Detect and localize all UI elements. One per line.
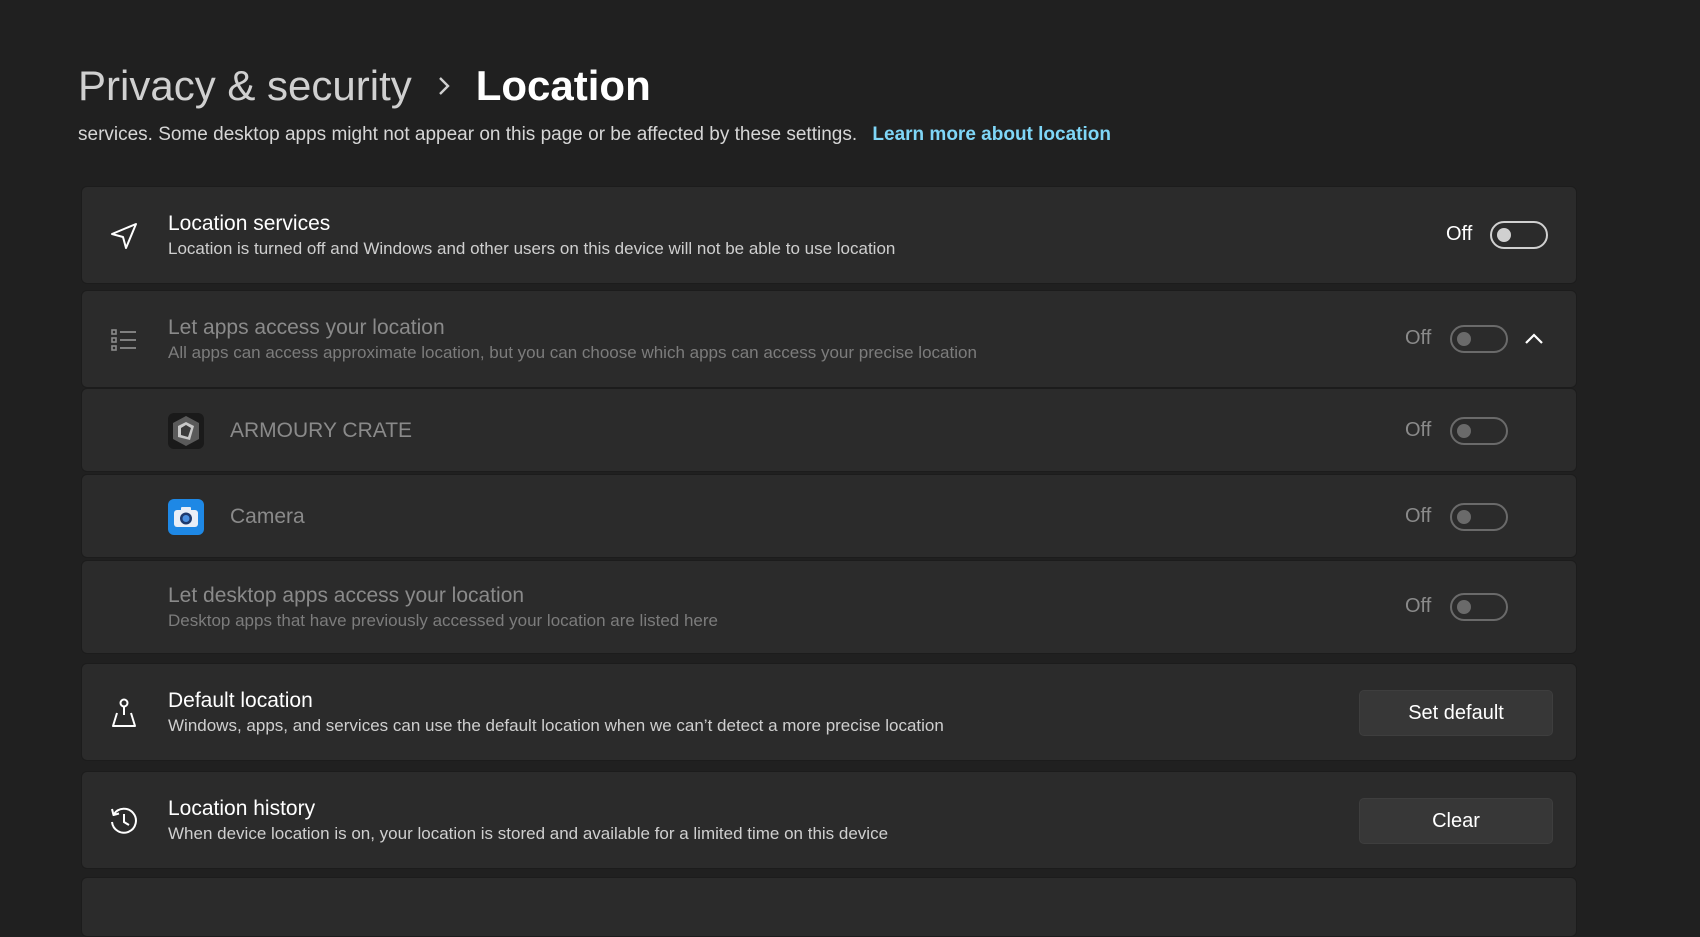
- breadcrumb-parent[interactable]: Privacy & security: [78, 60, 412, 112]
- armoury-crate-toggle[interactable]: [1450, 417, 1508, 445]
- chevron-right-icon: [412, 75, 476, 97]
- let-apps-title: Let apps access your location: [168, 316, 445, 339]
- breadcrumb: Privacy & security Location: [78, 60, 651, 112]
- location-services-card: Location services Location is turned off…: [81, 186, 1577, 284]
- location-services-state: Off: [1446, 223, 1473, 245]
- desktop-apps-subtitle: Desktop apps that have previously access…: [168, 611, 718, 630]
- learn-more-link[interactable]: Learn more about location: [872, 124, 1111, 145]
- location-history-title: Location history: [168, 797, 316, 820]
- location-services-toggle[interactable]: [1490, 221, 1548, 249]
- list-icon: [106, 322, 142, 358]
- page-description: services. Some desktop apps might not ap…: [78, 124, 1111, 150]
- next-card-partial: [81, 877, 1577, 937]
- let-apps-subtitle: All apps can access approximate location…: [168, 343, 977, 362]
- location-services-title: Location services: [168, 212, 331, 235]
- location-history-card: Location history When device location is…: [81, 771, 1577, 869]
- armoury-crate-icon: [168, 413, 204, 449]
- desktop-apps-toggle[interactable]: [1450, 593, 1508, 621]
- let-apps-card: Let apps access your location All apps c…: [81, 290, 1577, 388]
- default-location-subtitle: Windows, apps, and services can use the …: [168, 716, 944, 735]
- chevron-up-icon[interactable]: [1522, 329, 1546, 349]
- app-name-camera: Camera: [230, 505, 305, 528]
- description-text: services. Some desktop apps might not ap…: [78, 124, 858, 145]
- map-pin-person-icon: [106, 695, 142, 731]
- app-row-camera: Camera Off: [81, 474, 1577, 558]
- default-location-title: Default location: [168, 689, 313, 712]
- location-history-subtitle: When device location is on, your locatio…: [168, 824, 889, 843]
- desktop-apps-state: Off: [1405, 595, 1432, 617]
- clear-history-button[interactable]: Clear: [1359, 798, 1553, 844]
- desktop-apps-title: Let desktop apps access your location: [168, 584, 525, 607]
- app-row-armoury-crate: ARMOURY CRATE Off: [81, 388, 1577, 472]
- location-services-subtitle: Location is turned off and Windows and o…: [168, 239, 896, 258]
- camera-icon: [168, 499, 204, 535]
- desktop-apps-card: Let desktop apps access your location De…: [81, 560, 1577, 654]
- let-apps-state: Off: [1405, 327, 1432, 349]
- app-state-camera: Off: [1405, 505, 1432, 527]
- navigation-arrow-icon: [106, 218, 142, 254]
- set-default-button[interactable]: Set default: [1359, 690, 1553, 736]
- default-location-card: Default location Windows, apps, and serv…: [81, 663, 1577, 761]
- app-name-armoury-crate: ARMOURY CRATE: [230, 419, 413, 442]
- let-apps-toggle[interactable]: [1450, 325, 1508, 353]
- page-title: Location: [475, 62, 651, 109]
- app-state-armoury-crate: Off: [1405, 419, 1432, 441]
- camera-toggle[interactable]: [1450, 503, 1508, 531]
- history-icon: [106, 803, 142, 839]
